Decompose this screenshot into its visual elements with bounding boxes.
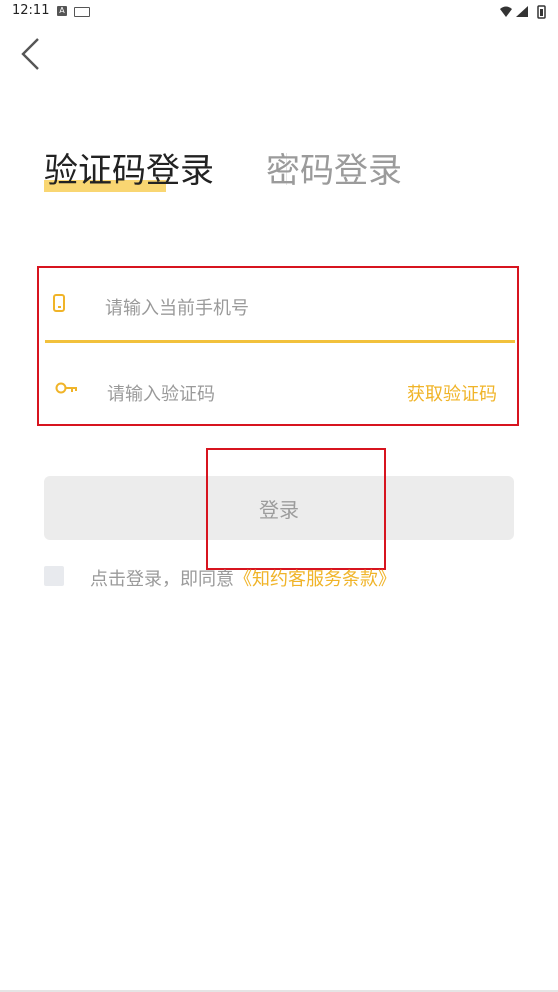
- agreement-row: 点击登录，即同意《知约客服务条款》: [44, 565, 524, 591]
- back-arrow-icon[interactable]: [18, 36, 44, 72]
- status-bar: 12:11 A: [0, 0, 558, 24]
- key-icon: [55, 382, 77, 394]
- agreement-text: 点击登录，即同意《知约客服务条款》: [90, 565, 396, 591]
- keyboard-icon: [74, 7, 90, 17]
- status-icons: [500, 5, 546, 19]
- signal-icon: [516, 6, 528, 17]
- input-divider: [45, 340, 515, 343]
- login-button[interactable]: 登录: [44, 476, 514, 540]
- agreement-prefix: 点击登录，即同意: [90, 569, 234, 590]
- code-row: 获取验证码: [39, 358, 517, 428]
- tab-sms-code-login[interactable]: 验证码登录: [44, 148, 214, 194]
- tab-sms-code-label: 验证码登录: [44, 151, 214, 191]
- agreement-checkbox[interactable]: [44, 566, 64, 586]
- verification-code-input[interactable]: [105, 378, 369, 410]
- login-mode-tabs: 验证码登录 密码登录: [44, 148, 524, 198]
- get-code-button[interactable]: 获取验证码: [407, 380, 497, 406]
- wifi-icon: [500, 6, 512, 17]
- status-time: 12:11: [12, 3, 50, 18]
- phone-input[interactable]: [103, 292, 467, 324]
- login-form-highlight: 获取验证码: [37, 266, 519, 426]
- tab-password-login[interactable]: 密码登录: [266, 148, 402, 194]
- notification-a-icon: A: [57, 6, 67, 16]
- phone-icon: [53, 294, 65, 312]
- phone-row: [39, 272, 517, 342]
- terms-link[interactable]: 《知约客服务条款》: [234, 569, 396, 590]
